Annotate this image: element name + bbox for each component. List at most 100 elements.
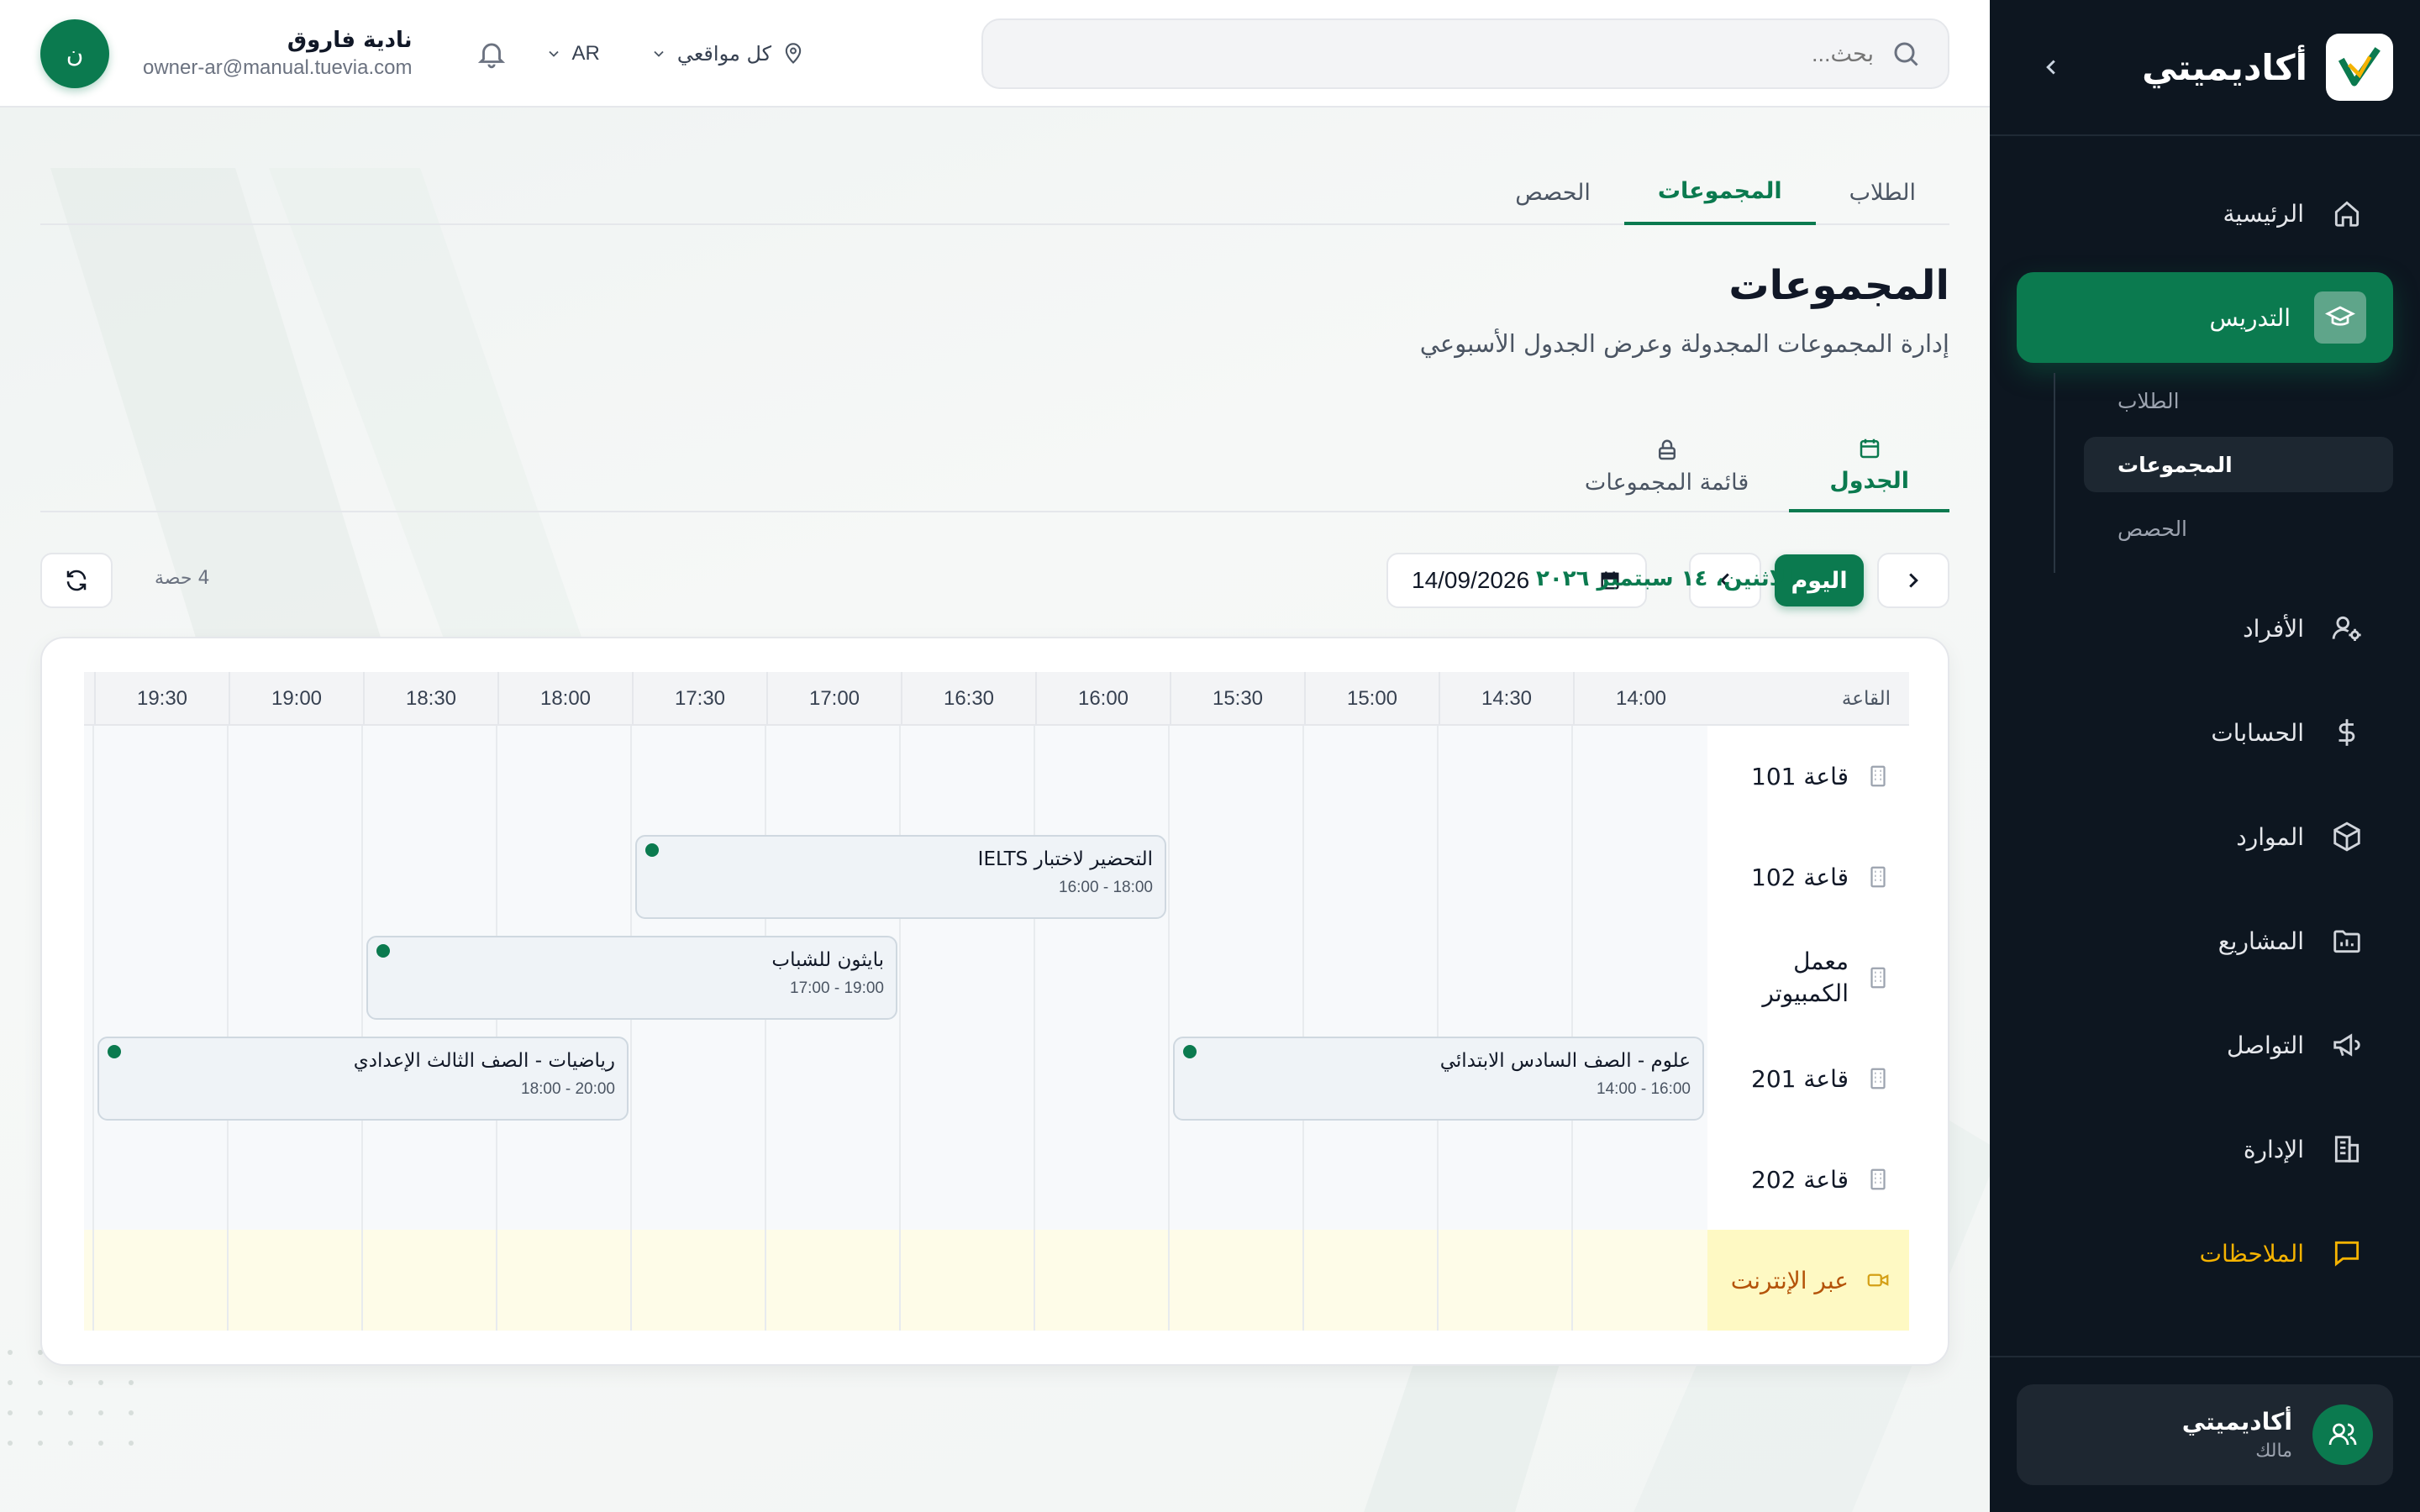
event-title: التحضير لاختبار IELTS: [977, 848, 1153, 870]
teaching-subnav: الطلاب المجموعات الحصص: [2017, 373, 2393, 573]
time-cells[interactable]: [84, 726, 1707, 827]
sidebar-item-label: الحسابات: [2211, 718, 2304, 747]
sidebar-nav: الرئيسية التدريس الطلاب المجموعات الحصص …: [1990, 136, 2420, 1299]
account-role: مالك: [2255, 1441, 2292, 1462]
section-tabs: الطلاب المجموعات الحصص: [40, 160, 1949, 225]
room-row-online: عبر الإنترنت: [84, 1230, 1909, 1331]
date-value: 14/09/2026: [1412, 567, 1530, 593]
time-cells[interactable]: [84, 1230, 1707, 1331]
time-slot-header: 15:30: [1170, 672, 1304, 726]
event-time: 16:00 - 18:00: [1059, 879, 1153, 896]
tab-groups[interactable]: المجموعات: [1623, 160, 1816, 225]
chevron-down-icon: [654, 50, 664, 57]
topbar-left-group: ن نادية فاروق owner-ar@manual.tuevia.com…: [40, 0, 805, 108]
subnav-item-groups[interactable]: المجموعات: [2084, 437, 2393, 492]
sidebar-item-communication[interactable]: التواصل: [2017, 1000, 2393, 1090]
room-name: قاعة 102: [1751, 863, 1849, 891]
building-icon: [2328, 1130, 2366, 1168]
grid-line: [92, 726, 94, 1331]
time-slot-header: 18:30: [363, 672, 497, 726]
top-bar: ن نادية فاروق owner-ar@manual.tuevia.com…: [0, 0, 1990, 108]
sidebar-item-teaching[interactable]: التدريس: [2017, 272, 2393, 363]
event-title: علوم - الصف السادس الابتدائي: [1439, 1050, 1691, 1072]
tab-groups-list[interactable]: قائمة المجموعات: [1544, 420, 1789, 512]
sidebar-item-label: التدريس: [2209, 303, 2291, 332]
building-icon: [1870, 967, 1886, 989]
bell-icon: [477, 43, 505, 69]
refresh-icon: [66, 570, 87, 591]
room-column-header: القاعة: [1841, 688, 1891, 710]
time-slot-header: 16:30: [901, 672, 1035, 726]
main-content: ن نادية فاروق owner-ar@manual.tuevia.com…: [0, 0, 1990, 1512]
tab-students[interactable]: الطلاب: [1816, 160, 1949, 225]
sidebar-item-accounts[interactable]: الحسابات: [2017, 687, 2393, 778]
time-cells[interactable]: [84, 1129, 1707, 1230]
chevron-down-icon: [548, 50, 559, 57]
event-time: 17:00 - 19:00: [790, 979, 884, 997]
time-slot-header: 19:00: [229, 672, 363, 726]
chevron-right-icon: [1909, 573, 1918, 588]
subnav-item-students[interactable]: الطلاب: [2084, 373, 2393, 428]
user-gear-icon: [2328, 609, 2366, 648]
time-slot-header: 19:30: [94, 672, 229, 726]
subnav-item-sessions[interactable]: الحصص: [2084, 501, 2393, 556]
room-label: قاعة 201: [1707, 1028, 1909, 1129]
status-dot: [108, 1045, 121, 1058]
grid-line: [496, 726, 497, 1331]
page-subtitle: إدارة المجموعات المجدولة وعرض الجدول الأ…: [1419, 329, 1949, 358]
user-name: نادية فاروق: [287, 28, 413, 53]
grid-line: [630, 726, 632, 1331]
room-label: قاعة 101: [1707, 726, 1909, 827]
status-dot: [645, 843, 659, 857]
language-label: AR: [571, 42, 600, 65]
graduation-cap-icon: [2314, 291, 2366, 344]
collapse-sidebar-button[interactable]: [2030, 46, 2072, 88]
event-title: رياضيات - الصف الثالث الإعدادي: [353, 1050, 615, 1072]
sidebar-item-label: الموارد: [2236, 822, 2304, 851]
next-day-button[interactable]: [1877, 553, 1949, 608]
session-event[interactable]: بايثون للشباب 17:00 - 19:00: [366, 936, 897, 1020]
sidebar-item-home[interactable]: الرئيسية: [2017, 168, 2393, 259]
brand[interactable]: أكاديميتي: [2142, 34, 2393, 101]
session-event[interactable]: رياضيات - الصف الثالث الإعدادي 18:00 - 2…: [97, 1037, 629, 1121]
sidebar-item-notes[interactable]: الملاحظات: [2017, 1208, 2393, 1299]
language-selector[interactable]: AR: [545, 42, 600, 66]
tab-schedule[interactable]: الجدول: [1789, 420, 1949, 512]
layers-icon: [1658, 439, 1676, 459]
search-box[interactable]: [981, 18, 1949, 89]
sidebar-item-people[interactable]: الأفراد: [2017, 583, 2393, 674]
sidebar-item-label: المشاريع: [2217, 927, 2304, 955]
room-name: قاعة 202: [1751, 1165, 1849, 1194]
message-square-icon: [2328, 1234, 2366, 1273]
session-event[interactable]: علوم - الصف السادس الابتدائي 14:00 - 16:…: [1173, 1037, 1704, 1121]
user-info[interactable]: نادية فاروق owner-ar@manual.tuevia.com: [143, 28, 413, 80]
grid-line: [227, 726, 229, 1331]
account-card[interactable]: أكاديميتي مالك: [2017, 1384, 2393, 1485]
building-icon: [1870, 866, 1886, 888]
schedule-controls: اليوم 14/09/2026 الاثنين، ١٤ سبتمبر ٢٠٢٦…: [40, 553, 1949, 610]
sidebar-footer: أكاديميتي مالك: [1990, 1356, 2420, 1512]
room-label: معمل الكمبيوتر: [1707, 927, 1909, 1028]
building-icon: [1870, 1168, 1886, 1190]
sidebar-item-projects[interactable]: المشاريع: [2017, 895, 2393, 986]
sidebar-item-administration[interactable]: الإدارة: [2017, 1104, 2393, 1194]
user-avatar[interactable]: ن: [40, 19, 109, 88]
time-slot-header: 14:00: [1573, 672, 1707, 726]
view-tabs: الجدول قائمة المجموعات: [40, 420, 1949, 512]
grid-line: [1571, 726, 1573, 1331]
location-label: كل مواقعي: [676, 42, 772, 66]
search-input[interactable]: [1010, 39, 1876, 68]
brand-name: أكاديميتي: [2142, 46, 2307, 88]
notifications-button[interactable]: [471, 34, 512, 74]
sidebar-item-label: الرئيسية: [2223, 199, 2304, 228]
location-selector[interactable]: كل مواقعي: [650, 42, 805, 66]
sidebar-item-label: الإدارة: [2243, 1135, 2304, 1163]
search-icon: [1894, 42, 1918, 66]
tab-groups-list-label: قائمة المجموعات: [1584, 469, 1749, 496]
tab-sessions[interactable]: الحصص: [1481, 160, 1624, 225]
refresh-button[interactable]: [40, 553, 113, 608]
schedule-header-row: القاعة 14:00 14:30 15:00 15:30 16:00 16:30 17:…: [84, 672, 1909, 726]
sidebar-item-resources[interactable]: الموارد: [2017, 791, 2393, 882]
session-event[interactable]: التحضير لاختبار IELTS 16:00 - 18:00: [635, 835, 1166, 919]
status-dot: [1183, 1045, 1197, 1058]
